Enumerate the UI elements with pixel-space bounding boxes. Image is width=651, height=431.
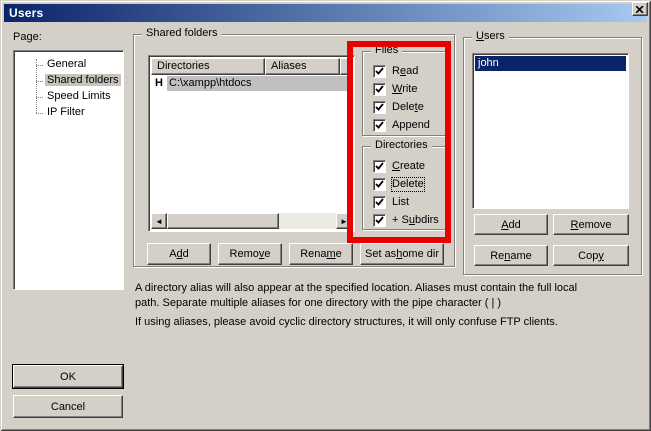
close-icon (636, 6, 644, 13)
checkbox-row-delete-files[interactable]: Delete (373, 100, 424, 114)
checkbox-row-append[interactable]: Append (373, 118, 430, 132)
delete-files-label: Delete (392, 101, 424, 114)
read-checkbox[interactable] (373, 65, 386, 78)
append-checkbox[interactable] (373, 119, 386, 132)
directory-path: C:\xampp\htdocs (167, 76, 352, 91)
files-group: Files Read Write Delete Append (362, 51, 447, 136)
delete-files-checkbox[interactable] (373, 101, 386, 114)
users-dialog: Users Page: General Shared folders Speed… (0, 0, 651, 431)
column-header-directories[interactable]: Directories (151, 58, 265, 75)
directories-group-label: Directories (371, 139, 432, 151)
tree-item-ip-filter[interactable]: IP Filter (16, 105, 121, 121)
home-flag: H (151, 76, 167, 91)
create-label: Create (392, 160, 425, 173)
shared-remove-button[interactable]: Remove (218, 243, 282, 265)
tree-item-general[interactable]: General (16, 57, 121, 73)
append-label: Append (392, 119, 430, 132)
users-listbox: john (472, 53, 629, 209)
tree-item-speed-limits[interactable]: Speed Limits (16, 89, 121, 105)
files-group-label: Files (371, 44, 402, 56)
users-group-label: Users (472, 30, 509, 42)
page-tree-list: General Shared folders Speed Limits IP F… (16, 53, 121, 287)
check-icon (375, 67, 384, 76)
directories-listview: Directories Aliases H C:\xampp\htdocs ◄ … (148, 55, 355, 232)
checkbox-row-write[interactable]: Write (373, 82, 417, 96)
check-icon (375, 85, 384, 94)
create-checkbox[interactable] (373, 160, 386, 173)
scrollbar-track[interactable] (279, 213, 336, 229)
ok-button[interactable]: OK (13, 365, 123, 388)
title-bar[interactable]: Users (4, 4, 647, 22)
help-text-line3: If using aliases, please avoid cyclic di… (135, 316, 558, 328)
check-icon (375, 198, 384, 207)
help-text-line1: A directory alias will also appear at th… (135, 282, 577, 294)
delete-dirs-label: Delete (392, 178, 424, 191)
read-label: Read (392, 65, 418, 78)
users-copy-button[interactable]: Copy (553, 245, 629, 266)
users-rename-button[interactable]: Rename (474, 245, 548, 266)
users-add-button[interactable]: Add (474, 214, 548, 235)
shared-rename-button[interactable]: Rename (289, 243, 353, 265)
shared-add-button[interactable]: Add (147, 243, 211, 265)
checkbox-row-subdirs[interactable]: + Subdirs (373, 213, 439, 227)
set-as-home-dir-button[interactable]: Set as home dir (360, 243, 444, 265)
write-label: Write (392, 83, 417, 96)
help-text-line2: path. Separate multiple aliases for one … (135, 297, 501, 309)
column-header-filler (340, 58, 352, 75)
directory-row[interactable]: H C:\xampp\htdocs (151, 75, 352, 91)
check-icon (375, 216, 384, 225)
scroll-right-button[interactable]: ► (336, 213, 352, 229)
scrollbar-thumb[interactable] (167, 213, 279, 229)
subdirs-checkbox[interactable] (373, 214, 386, 227)
listview-header: Directories Aliases (151, 58, 352, 75)
close-button[interactable] (632, 2, 648, 16)
check-icon (375, 121, 384, 130)
list-label: List (392, 196, 409, 209)
window-title: Users (9, 6, 43, 20)
checkbox-row-list[interactable]: List (373, 195, 409, 209)
shared-folders-group-label: Shared folders (142, 27, 222, 39)
scroll-left-button[interactable]: ◄ (151, 213, 167, 229)
checkbox-row-read[interactable]: Read (373, 64, 418, 78)
page-label: Page: (13, 31, 42, 43)
check-icon (375, 180, 384, 189)
delete-dirs-checkbox[interactable] (373, 178, 386, 191)
subdirs-label: + Subdirs (392, 214, 439, 227)
check-icon (375, 162, 384, 171)
checkbox-row-create[interactable]: Create (373, 159, 425, 173)
cancel-button[interactable]: Cancel (13, 395, 123, 418)
check-icon (375, 103, 384, 112)
arrow-left-icon: ◄ (155, 217, 163, 226)
column-header-aliases[interactable]: Aliases (265, 58, 340, 75)
users-remove-button[interactable]: Remove (553, 214, 629, 235)
horizontal-scrollbar[interactable]: ◄ ► (151, 213, 352, 229)
list-checkbox[interactable] (373, 196, 386, 209)
user-row-john[interactable]: john (475, 56, 626, 71)
page-tree: General Shared folders Speed Limits IP F… (13, 50, 124, 290)
write-checkbox[interactable] (373, 83, 386, 96)
directories-group: Directories Create Delete List + Subdirs (362, 146, 447, 230)
arrow-right-icon: ► (340, 217, 348, 226)
tree-item-shared-folders[interactable]: Shared folders (16, 73, 121, 89)
checkbox-row-delete-dirs[interactable]: Delete (373, 177, 424, 191)
